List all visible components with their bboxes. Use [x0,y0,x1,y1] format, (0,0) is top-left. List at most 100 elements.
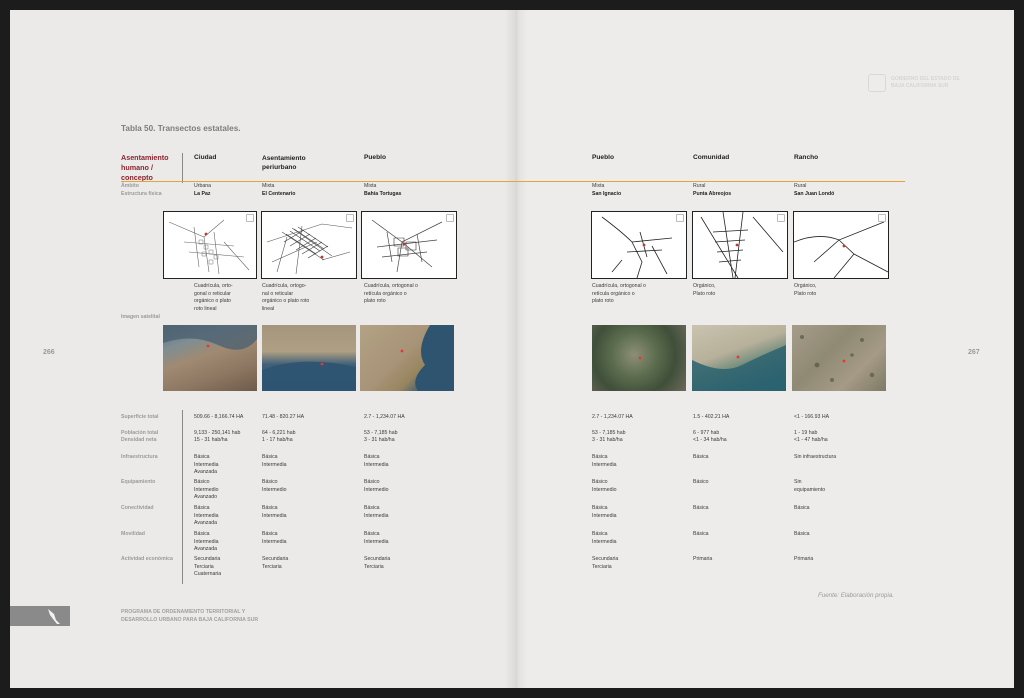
place-name: Bahía Tortugas [364,191,402,197]
ambito-value: Rural [693,183,706,189]
densidad-value: 3 - 31 hab/ha [592,437,623,443]
street-map-bahia-tortugas [361,211,457,279]
column-header-rancho: Rancho [794,154,819,161]
movilidad-value: Básica Intermedia [592,531,617,545]
baja-california-map-icon [48,609,60,624]
infraestructura-value: Básica [693,454,709,460]
satellite-image-punta-abreojos [692,325,786,391]
equipamiento-value: Básico Intermedio [262,479,287,493]
column-header-pueblo: Pueblo [592,154,614,161]
footer-program-title: PROGRAMA DE ORDENAMIENTO TERRITORIAL Y D… [121,609,259,623]
movilidad-value: Básica Intermedia Avanzada [194,531,219,553]
equipamiento-value: Sin equipamiento [794,479,826,493]
conectividad-value: Básica Intermedia [262,505,287,519]
satellite-image-bahia-tortugas [360,325,454,391]
ambito-value: Mixta [364,183,377,189]
map-corner-icon [446,214,454,222]
densidad-value: 15 - 31 hab/ha [194,437,228,443]
equipamiento-value: Básico Intermedio [592,479,617,493]
actividad-value: Primaria [693,556,713,562]
densidad-value: 1 - 17 hab/ha [262,437,293,443]
street-map-san-juan-londo [793,211,889,279]
equipamiento-value: Básico Intermedio Avanzado [194,479,219,501]
map-corner-icon [246,214,254,222]
data-divider [182,410,183,584]
infraestructura-value: Básica Intermedia Avanzada [194,454,219,476]
actividad-value: Secundaria Terciaria Cuaternaria [194,556,222,578]
row-label-equipamiento: Equipamiento [121,479,156,485]
movilidad-value: Básica [794,531,810,537]
satellite-image-san-ignacio [592,325,686,391]
conectividad-value: Básica [693,505,709,511]
row-label-densidad: Densidad neta [121,437,157,443]
map-corner-icon [878,214,886,222]
estructura-value: Cuadrícula, ortogonal o retícula orgánic… [592,283,646,305]
superficie-value: <1 - 166.93 HA [794,414,830,420]
conectividad-value: Básica [794,505,810,511]
row-label-actividad: Actividad económica [121,556,173,562]
street-map-la-paz [163,211,257,279]
place-name: El Centenario [262,191,296,197]
row-label-ambito: Ámbito [121,183,139,189]
row-label-infraestructura: Infraestructura [121,454,158,460]
conectividad-value: Básica Intermedia Avanzada [194,505,219,527]
row-label-superficie: Superficie total [121,414,159,420]
densidad-value: 3 - 31 hab/ha [364,437,395,443]
conectividad-value: Básica Intermedia [364,505,389,519]
estructura-value: Cuadrícula, ortogo- nal o reticular orgá… [262,283,310,312]
actividad-value: Primaria [794,556,814,562]
header-divider [182,153,183,183]
satellite-image-la-paz [163,325,257,391]
map-corner-icon [777,214,785,222]
book-spine [505,10,527,688]
infraestructura-value: Básica Intermedia [262,454,287,468]
table-title: Tabla 50. Transectos estatales. [121,124,241,133]
column-header-comunidad: Comunidad [693,154,730,161]
column-header-periurbano: Asentamiento periurbano [262,155,306,171]
estructura-value: Cuadrícula, ortogonal o retícula orgánic… [364,283,418,305]
actividad-value: Secundaria Terciaria [364,556,391,570]
page-number-left: 266 [43,349,55,356]
infraestructura-value: Básica Intermedia [364,454,389,468]
satellite-image-san-juan-londo [792,325,886,391]
page-number-right: 267 [968,349,980,356]
map-corner-icon [676,214,684,222]
superficie-value: 71.48 - 820.27 HA [262,414,305,420]
place-name: San Ignacio [592,191,622,197]
satellite-image-el-centenario [262,325,356,391]
ambito-value: Rural [794,183,807,189]
row-label-conectividad: Conectividad [121,505,154,511]
estructura-value: Cuadrícula, orto- gonal o reticular orgá… [194,283,233,312]
densidad-value: <1 - 34 hab/ha [693,437,727,443]
estructura-value: Orgánico, Plato roto [794,283,817,297]
equipamiento-value: Básico Intermedio [364,479,389,493]
movilidad-value: Básica [693,531,709,537]
superficie-value: 509.66 - 8,166.74 HA [194,414,244,420]
movilidad-value: Básica Intermedia [262,531,287,545]
ambito-value: Urbana [194,183,212,189]
concept-label: Asentamiento humano / concepto [121,153,169,182]
street-map-punta-abreojos [692,211,788,279]
row-label-movilidad: Movilidad [121,531,145,537]
estructura-value: Orgánico, Plato roto [693,283,716,297]
conectividad-value: Básica Intermedia [592,505,617,519]
superficie-value: 2.7 - 1,234.07 HA [364,414,405,420]
row-label-imagen: Imagen satelital [121,314,160,320]
infraestructura-value: Sin infraestructura [794,454,837,460]
header-rule [121,181,905,182]
footer-logo-bar [10,606,70,626]
infraestructura-value: Básica Intermedia [592,454,617,468]
government-header: GOBIERNO DEL ESTADO DE BAJA CALIFORNIA S… [891,76,960,89]
column-header-ciudad: Ciudad [194,154,217,161]
equipamiento-value: Básico [693,479,709,485]
ambito-value: Mixta [592,183,605,189]
place-name: Punta Abreojos [693,191,732,197]
source-note: Fuente: Elaboración propia. [818,592,895,599]
column-header-pueblo: Pueblo [364,154,386,161]
map-corner-icon [346,214,354,222]
movilidad-value: Básica Intermedia [364,531,389,545]
government-seal-icon [868,74,886,92]
actividad-value: Secundaria Terciaria [262,556,289,570]
place-name: San Juan Londó [794,191,835,197]
ambito-value: Mixta [262,183,275,189]
